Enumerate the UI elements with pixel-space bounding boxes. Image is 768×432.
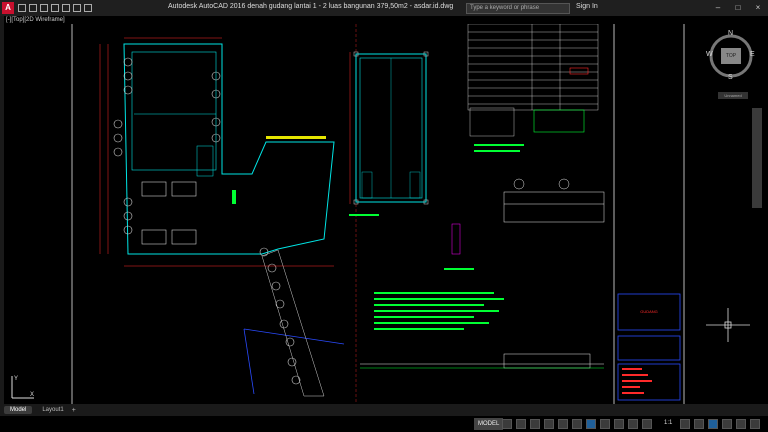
save-as-icon[interactable] — [51, 4, 59, 12]
green-marker — [232, 190, 236, 204]
viewcube-face[interactable]: TOP — [721, 48, 741, 64]
site-boundary — [243, 328, 345, 395]
ucs-icon: Y X — [11, 376, 34, 399]
polar-icon[interactable] — [544, 419, 554, 429]
quick-access-toolbar — [18, 4, 92, 12]
print-icon[interactable] — [62, 4, 70, 12]
detail-section — [503, 178, 605, 223]
title-block-label: GUDANG — [640, 309, 658, 314]
viewcube[interactable]: TOP N S E W — [706, 30, 756, 86]
compass-south[interactable]: S — [728, 74, 733, 81]
floor-plan-1 — [123, 43, 335, 255]
floor-plan-2 — [355, 53, 427, 203]
grid-icon[interactable] — [502, 419, 512, 429]
open-icon[interactable] — [29, 4, 37, 12]
drawing-svg: GUDANG — [71, 23, 685, 404]
crosshair-cursor — [706, 308, 750, 342]
tab-model[interactable]: Model — [4, 406, 33, 414]
model-space-button[interactable]: MODEL — [474, 418, 504, 430]
compass-north[interactable]: N — [728, 30, 733, 37]
elevation-view — [360, 353, 604, 369]
window-title: Autodesk AutoCAD 2016 denah gudang lanta… — [168, 3, 454, 10]
dimension-lines — [99, 37, 351, 267]
minimize-button[interactable]: – — [712, 2, 724, 14]
add-layout-button[interactable]: + — [72, 407, 76, 414]
sign-in-button[interactable]: Sign In — [576, 3, 598, 10]
vegetation-plan-1 — [113, 57, 301, 385]
parking-area — [141, 181, 197, 245]
compass-east[interactable]: E — [750, 51, 755, 58]
maximize-button[interactable]: □ — [732, 2, 744, 14]
annotation-visibility-icon[interactable] — [642, 419, 652, 429]
undo-icon[interactable] — [73, 4, 81, 12]
autocad-window: A Autodesk AutoCAD 2016 denah gudang lan… — [0, 0, 768, 432]
status-bar — [0, 416, 768, 432]
workspace-gear-icon[interactable] — [680, 419, 690, 429]
svg-text:Y: Y — [14, 376, 18, 382]
hardware-acceleration-icon[interactable] — [722, 419, 732, 429]
title-bar: A Autodesk AutoCAD 2016 denah gudang lan… — [0, 0, 768, 16]
transparency-icon[interactable] — [614, 419, 624, 429]
table-highlight — [569, 67, 589, 75]
annotation-scale[interactable]: 1:1 — [664, 420, 672, 426]
ortho-icon[interactable] — [530, 419, 540, 429]
otrack-icon[interactable] — [586, 419, 596, 429]
tab-layout1[interactable]: Layout1 — [36, 406, 69, 414]
customization-menu-icon[interactable] — [750, 419, 760, 429]
search-input[interactable]: Type a keyword or phrase — [466, 3, 570, 14]
compass-west[interactable]: W — [706, 51, 713, 58]
autocad-logo-icon[interactable]: A — [2, 2, 14, 14]
snap-icon[interactable] — [516, 419, 526, 429]
ucs-dropdown[interactable]: Unnamed — [718, 92, 748, 99]
viewport-controls[interactable]: [-][Top][2D Wireframe] — [6, 17, 65, 23]
legend-box — [533, 109, 585, 133]
close-button[interactable]: × — [752, 2, 764, 14]
navigation-bar[interactable] — [752, 108, 762, 208]
notes-text — [349, 144, 524, 330]
isolate-objects-icon[interactable] — [708, 419, 718, 429]
osnap-icon[interactable] — [572, 419, 582, 429]
new-icon[interactable] — [18, 4, 26, 12]
detail-section-2 — [451, 223, 461, 255]
isodraft-icon[interactable] — [558, 419, 568, 429]
save-icon[interactable] — [40, 4, 48, 12]
plus-icon[interactable] — [694, 419, 704, 429]
layout-tabs: Model Layout1 + — [0, 404, 768, 416]
lineweight-icon[interactable] — [600, 419, 610, 429]
clean-screen-icon[interactable] — [736, 419, 746, 429]
svg-text:X: X — [30, 392, 34, 398]
redo-icon[interactable] — [84, 4, 92, 12]
title-block-text — [622, 368, 652, 394]
schedule-table — [467, 23, 599, 111]
drawing-canvas[interactable]: GUDANG — [4, 23, 754, 404]
small-table — [469, 107, 515, 137]
yellow-marker — [266, 136, 326, 139]
selection-cycling-icon[interactable] — [628, 419, 638, 429]
